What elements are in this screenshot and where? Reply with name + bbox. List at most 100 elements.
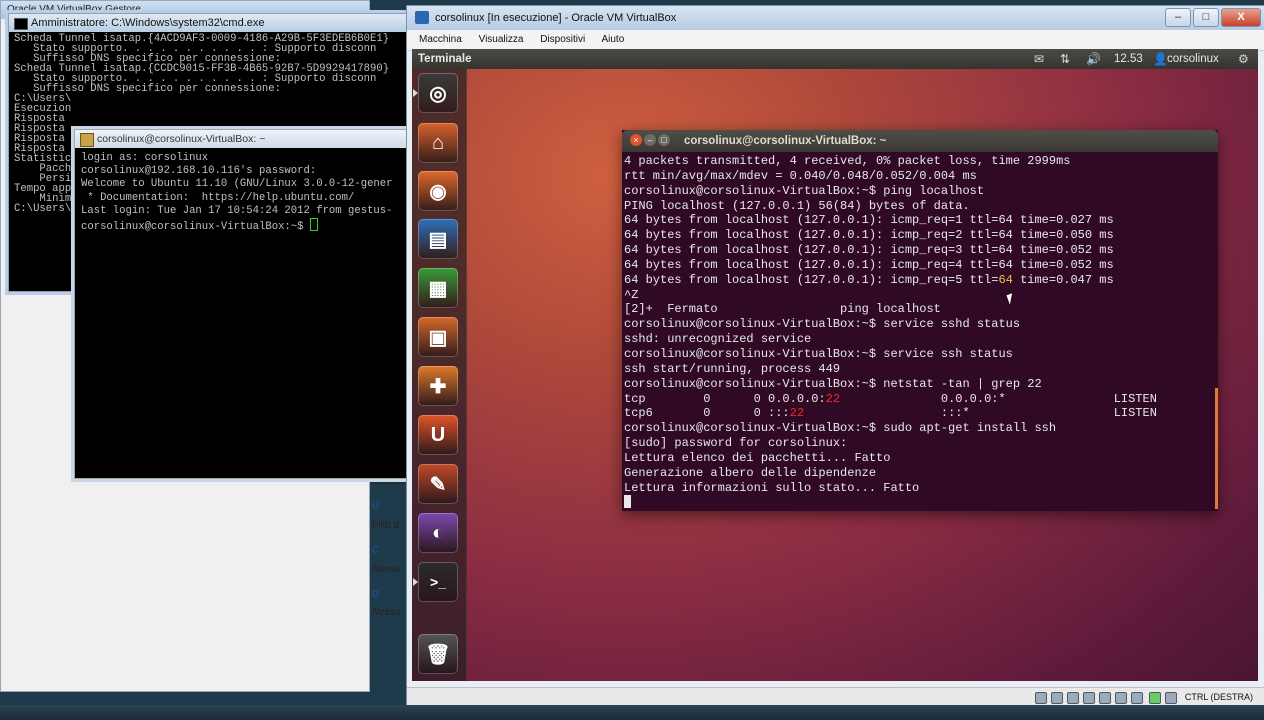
- user-name[interactable]: corsolinux: [1167, 49, 1219, 69]
- capture-icon[interactable]: [1131, 692, 1143, 704]
- terminal-line: corsolinux@corsolinux-VirtualBox:~$ nets…: [624, 376, 1042, 391]
- trash-icon[interactable]: 🗑: [418, 634, 458, 674]
- terminal-close-button[interactable]: ×: [630, 134, 642, 146]
- putty-titlebar[interactable]: corsolinux@corsolinux-VirtualBox: ~: [75, 130, 409, 148]
- writer-icon[interactable]: ▤: [418, 219, 458, 259]
- close-button[interactable]: X: [1221, 8, 1261, 27]
- cmd-title: Amministratore: C:\Windows\system32\cmd.…: [31, 17, 265, 29]
- firefox-icon[interactable]: ◉: [418, 171, 458, 211]
- gear-icon[interactable]: ⚙: [1238, 52, 1249, 66]
- ubuntu-one-icon[interactable]: U: [418, 415, 458, 455]
- dash-icon[interactable]: ◎: [418, 73, 458, 113]
- cmd-line: Esecuzion: [14, 103, 72, 115]
- menu-macchina[interactable]: Macchina: [419, 34, 462, 45]
- terminal-line: Lettura informazioni sullo stato... Fatt…: [624, 480, 920, 495]
- network-arrows-icon[interactable]: ⇅: [1060, 52, 1070, 66]
- putty-line: Welcome to Ubuntu 11.10 (GNU/Linux 3.0.0…: [81, 178, 393, 191]
- active-app-name: Terminale: [418, 53, 472, 65]
- putty-line: * Documentation: https://help.ubuntu.com…: [81, 191, 355, 204]
- grep-match: 22: [825, 391, 841, 406]
- terminal-line: 64 bytes from localhost (127.0.0.1): icm…: [624, 272, 1114, 287]
- keyboard-icon[interactable]: [1165, 692, 1177, 704]
- putty-icon: [80, 133, 94, 147]
- calc-icon[interactable]: ▦: [418, 268, 458, 308]
- line-segment: tcp 0 0 0.0.0.0:: [624, 391, 826, 406]
- minimize-button[interactable]: –: [1165, 8, 1191, 27]
- manager-filter: Filtri d: [372, 520, 400, 531]
- clock[interactable]: 12.53: [1114, 49, 1143, 69]
- grep-match: 22: [789, 406, 805, 421]
- cmd-line: Risposta: [14, 113, 65, 125]
- ubuntu-top-panel: Terminale ✉ ⇅ 🔊 12.53 👤 corsolinux ⚙: [412, 49, 1258, 69]
- terminal-line: [2]+ Fermato ping localhost: [624, 302, 941, 317]
- manager-vm-item[interactable]: U: [372, 501, 379, 512]
- usb-icon[interactable]: [1099, 692, 1111, 704]
- terminal-line: tcp6 0 0 :::22 :::* LISTEN: [624, 406, 1216, 421]
- putty-line: corsolinux@192.168.10.116's password:: [81, 165, 317, 178]
- terminal-line: ^Z: [624, 287, 639, 302]
- manager-none-label: Nessu: [372, 564, 401, 575]
- terminal-line: corsolinux@corsolinux-VirtualBox:~$ serv…: [624, 346, 1013, 361]
- guest-screen[interactable]: Terminale ✉ ⇅ 🔊 12.53 👤 corsolinux ⚙ ◎ ⌂ ◉…: [412, 49, 1258, 681]
- running-indicator: [413, 89, 418, 97]
- user-icon: 👤: [1153, 52, 1168, 66]
- line-segment: tcp6 0 0 :::: [624, 406, 790, 421]
- terminal-minimize-button[interactable]: –: [644, 134, 656, 146]
- cmd-line: Suffisso DNS specifico per connessione:: [14, 83, 282, 95]
- terminal-line: corsolinux@corsolinux-VirtualBox:~$ ping…: [624, 183, 985, 198]
- terminal-line: PING localhost (127.0.0.1) 56(84) bytes …: [624, 198, 970, 213]
- cmd-titlebar[interactable]: Amministratore: C:\Windows\system32\cmd.…: [9, 14, 409, 32]
- putty-line: Last login: Tue Jan 17 10:54:24 2012 fro…: [81, 204, 393, 217]
- floppy-icon[interactable]: [1067, 692, 1079, 704]
- menu-visualizza[interactable]: Visualizza: [479, 34, 524, 45]
- mail-icon[interactable]: ✉: [1034, 52, 1044, 66]
- workspaces-icon[interactable]: ◐: [418, 513, 458, 553]
- maximize-button[interactable]: □: [1193, 8, 1219, 27]
- putty-output[interactable]: login as: corsolinux corsolinux@192.168.1…: [75, 148, 409, 238]
- terminal-line: 64 bytes from localhost (127.0.0.1): icm…: [624, 213, 1114, 228]
- terminal-maximize-button[interactable]: □: [658, 134, 670, 146]
- line-segment: :::* LISTEN: [804, 406, 1157, 421]
- vbox-statusbar: CTRL (DESTRA): [407, 687, 1264, 706]
- putty-prompt: corsolinux@corsolinux-VirtualBox:~$: [81, 221, 310, 234]
- vbox-titlebar[interactable]: corsolinux [In esecuzione] - Oracle VM V…: [407, 6, 1264, 30]
- cmd-icon: [14, 18, 28, 30]
- terminal-icon[interactable]: >_: [418, 562, 458, 602]
- windows-taskbar: [0, 705, 1264, 720]
- impress-icon[interactable]: ▣: [418, 317, 458, 357]
- terminal-scrollbar[interactable]: [1215, 388, 1218, 509]
- putty-title: corsolinux@corsolinux-VirtualBox: ~: [97, 133, 266, 145]
- putty-window[interactable]: corsolinux@corsolinux-VirtualBox: ~ logi…: [74, 129, 410, 479]
- terminal-line: Lettura elenco dei pacchetti... Fatto: [624, 450, 891, 465]
- terminal-line: tcp 0 0 0.0.0.0:22 0.0.0.0:* LISTEN: [624, 392, 1216, 407]
- virtualbox-icon: [415, 11, 429, 24]
- terminal-line: 4 packets transmitted, 4 received, 0% pa…: [624, 154, 1071, 168]
- network-icon[interactable]: [1083, 692, 1095, 704]
- putty-line: login as: corsolinux: [81, 152, 209, 164]
- terminal-window[interactable]: × – □ corsolinux@corsolinux-VirtualBox: …: [622, 130, 1218, 511]
- manager-section[interactable]: D: [372, 589, 379, 600]
- terminal-line: 64 bytes from localhost (127.0.0.1): icm…: [624, 228, 1114, 243]
- manager-section[interactable]: C: [372, 545, 379, 556]
- menu-aiuto[interactable]: Aiuto: [601, 34, 624, 45]
- cmd-line: C:\Users\: [14, 93, 72, 105]
- shared-folder-icon[interactable]: [1115, 692, 1127, 704]
- host-key-label: CTRL (DESTRA): [1184, 692, 1253, 702]
- terminal-line: rtt min/avg/max/mdev = 0.040/0.048/0.052…: [624, 168, 977, 183]
- settings-icon[interactable]: ✎: [418, 464, 458, 504]
- hdd-icon[interactable]: [1035, 692, 1047, 704]
- running-indicator: [413, 578, 418, 586]
- home-folder-icon[interactable]: ⌂: [418, 123, 458, 163]
- manager-none-label: Nessu: [372, 607, 401, 618]
- volume-icon[interactable]: 🔊: [1086, 52, 1101, 66]
- terminal-line: 64 bytes from localhost (127.0.0.1): icm…: [624, 243, 1114, 258]
- mouse-integration-icon[interactable]: [1149, 692, 1161, 704]
- vbox-menubar: Macchina Visualizza Dispositivi Aiuto: [407, 30, 1264, 51]
- terminal-output[interactable]: 4 packets transmitted, 4 received, 0% pa…: [622, 152, 1218, 511]
- terminal-line: corsolinux@corsolinux-VirtualBox:~$ sudo…: [624, 421, 1057, 436]
- terminal-titlebar[interactable]: × – □ corsolinux@corsolinux-VirtualBox: …: [622, 130, 1218, 152]
- cd-icon[interactable]: [1051, 692, 1063, 704]
- terminal-line: sshd: unrecognized service: [624, 332, 812, 347]
- software-center-icon[interactable]: ✚: [418, 366, 458, 406]
- menu-dispositivi[interactable]: Dispositivi: [540, 34, 585, 45]
